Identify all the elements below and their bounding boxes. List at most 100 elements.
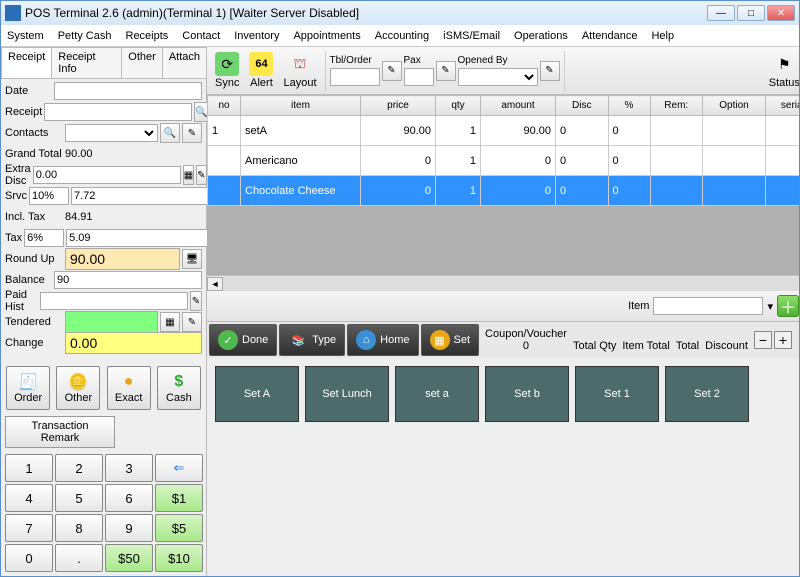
col-item[interactable]: item [241, 96, 361, 116]
col-price[interactable]: price [361, 96, 436, 116]
key-d50[interactable]: $50 [105, 544, 153, 572]
key-0[interactable]: 0 [5, 544, 53, 572]
edit-icon[interactable]: ✎ [382, 61, 402, 81]
table-row[interactable]: Americano010006 % inclunit [208, 146, 800, 176]
alert-button[interactable]: 64Alert [245, 49, 277, 93]
menu-attendance[interactable]: Attendance [582, 30, 638, 42]
close-button[interactable]: ✕ [767, 5, 795, 21]
tab-attach[interactable]: Attach [162, 47, 207, 78]
menu-help[interactable]: Help [651, 30, 674, 42]
col-option[interactable]: Option [703, 96, 766, 116]
scroll-left-icon[interactable]: ◄ [207, 277, 223, 291]
menu-system[interactable]: System [7, 30, 44, 42]
order-button[interactable]: 🧾Order [6, 366, 50, 410]
key-8[interactable]: 8 [55, 514, 103, 542]
edit-icon[interactable]: ✎ [436, 61, 456, 81]
monitor-icon[interactable]: 🖥 [182, 249, 202, 269]
set-2[interactable]: Set 2 [665, 366, 749, 422]
srvc-pct[interactable] [29, 187, 69, 205]
col-no[interactable]: no [208, 96, 241, 116]
key-d10[interactable]: $10 [155, 544, 203, 572]
minimize-button[interactable]: — [707, 5, 735, 21]
set-button[interactable]: ▦Set [421, 324, 480, 356]
sync-button[interactable]: ⟳Sync [211, 49, 243, 93]
set-a2[interactable]: set a [395, 366, 479, 422]
col-rem[interactable]: Rem: [650, 96, 703, 116]
item-input[interactable] [653, 297, 763, 315]
key-5[interactable]: 5 [55, 484, 103, 512]
tab-receipt[interactable]: Receipt [1, 47, 52, 78]
col-qty[interactable]: qty [436, 96, 481, 116]
key-4[interactable]: 4 [5, 484, 53, 512]
calc-icon[interactable]: ▦ [183, 165, 194, 185]
key-d1[interactable]: $1 [155, 484, 203, 512]
edit-icon[interactable]: ✎ [196, 165, 206, 185]
set-1[interactable]: Set 1 [575, 366, 659, 422]
tab-other[interactable]: Other [121, 47, 163, 78]
maximize-button[interactable]: □ [737, 5, 765, 21]
edit-icon[interactable]: ✎ [182, 123, 202, 143]
calc-icon[interactable]: ▦ [160, 312, 180, 332]
change-value: 0.00 [65, 332, 202, 354]
tab-receiptinfo[interactable]: Receipt Info [51, 47, 122, 78]
remark-button[interactable]: Transaction Remark [5, 416, 115, 448]
set-a[interactable]: Set A [215, 366, 299, 422]
layout-button[interactable]: ⛫Layout [279, 49, 320, 93]
edit-icon[interactable]: ✎ [190, 291, 202, 311]
menu-accounting[interactable]: Accounting [375, 30, 429, 42]
plus-button[interactable]: + [774, 331, 792, 349]
pax-input[interactable] [404, 68, 434, 86]
menu-isms[interactable]: iSMS/Email [443, 30, 500, 42]
menu-operations[interactable]: Operations [514, 30, 568, 42]
paidhist-input[interactable] [40, 292, 188, 310]
key-7[interactable]: 7 [5, 514, 53, 542]
date-input[interactable] [54, 82, 202, 100]
edit-icon[interactable]: ✎ [182, 312, 202, 332]
search-icon[interactable]: 🔍 [160, 123, 180, 143]
receipt-input[interactable] [44, 103, 192, 121]
hscroll[interactable]: ◄ ► [207, 275, 799, 291]
add-button[interactable]: ＋ [777, 295, 799, 317]
menu-contact[interactable]: Contact [182, 30, 220, 42]
done-button[interactable]: ✓Done [209, 324, 277, 356]
cash-button[interactable]: $Cash [157, 366, 201, 410]
extradisc-input[interactable] [33, 166, 181, 184]
edit-icon[interactable]: ✎ [540, 61, 560, 81]
key-6[interactable]: 6 [105, 484, 153, 512]
key-2[interactable]: 2 [55, 454, 103, 482]
set-lunch[interactable]: Set Lunch [305, 366, 389, 422]
menu-appointments[interactable]: Appointments [293, 30, 360, 42]
col-disc[interactable]: Disc [556, 96, 609, 116]
key-3[interactable]: 3 [105, 454, 153, 482]
key-9[interactable]: 9 [105, 514, 153, 542]
key-dot[interactable]: . [55, 544, 103, 572]
key-1[interactable]: 1 [5, 454, 53, 482]
menu-pettycash[interactable]: Petty Cash [58, 30, 112, 42]
minus-button[interactable]: − [754, 331, 772, 349]
openedby-select[interactable] [458, 68, 538, 86]
exact-button[interactable]: ●Exact [107, 366, 151, 410]
set-b[interactable]: Set b [485, 366, 569, 422]
tblorder-input[interactable] [330, 68, 380, 86]
contacts-label: Contacts [5, 127, 63, 139]
home-button[interactable]: ⌂Home [347, 324, 418, 356]
change-label: Change [5, 337, 63, 349]
col-serial[interactable]: seria [766, 96, 800, 116]
table-row[interactable]: 1setA90.00190.00006 % inclbatc [208, 116, 800, 146]
tax-val[interactable] [66, 229, 214, 247]
status-button[interactable]: ⚑Status [765, 49, 799, 93]
left-panel: Receipt Receipt Info Other Attach Date R… [1, 47, 207, 576]
col-amount[interactable]: amount [481, 96, 556, 116]
menu-inventory[interactable]: Inventory [234, 30, 279, 42]
table-row[interactable]: Chocolate Cheese010006 % inclunit [208, 176, 800, 206]
balance-input[interactable] [54, 271, 202, 289]
contacts-select[interactable] [65, 124, 158, 142]
menu-receipts[interactable]: Receipts [126, 30, 169, 42]
type-button[interactable]: 📚Type [279, 324, 345, 356]
key-d5[interactable]: $5 [155, 514, 203, 542]
col-pct[interactable]: % [608, 96, 650, 116]
other-button[interactable]: 🪙Other [56, 366, 100, 410]
key-back[interactable]: ⇐ [155, 454, 203, 482]
tax-pct[interactable] [24, 229, 64, 247]
srvc-val[interactable] [71, 187, 219, 205]
